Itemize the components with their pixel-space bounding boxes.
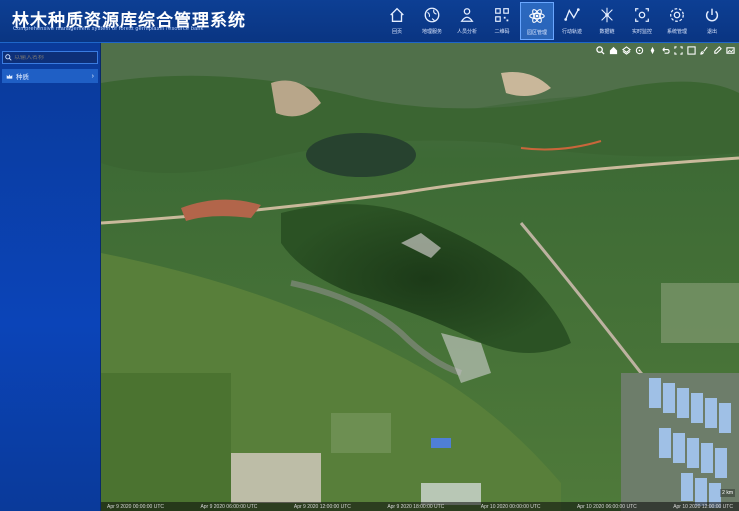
power-icon [705,8,719,22]
scale-label: 2 km [720,489,735,497]
crown-icon [6,73,13,79]
nav-label: 系统管理 [666,29,687,35]
nav-people[interactable]: 人员分析 [450,2,484,40]
timeline-tick: Apr 9 2020 06:00:00 UTC [200,503,258,510]
nav-qrcode[interactable]: 二维码 [485,2,519,40]
fullscreen-icon[interactable] [673,45,683,55]
nav-home[interactable]: 回页 [380,2,414,40]
atom-icon [529,9,545,23]
gear-icon [670,8,684,22]
brush-icon[interactable] [699,45,709,55]
search-input[interactable] [12,54,94,61]
nav-settings[interactable]: 系统管理 [660,2,694,40]
undo-icon[interactable] [660,45,670,55]
nav-monitor[interactable]: 实时监控 [625,2,659,40]
nav-route[interactable]: 行动轨迹 [555,2,589,40]
timeline-tick: Apr 9 2020 18:00:00 UTC [387,503,445,510]
app-subtitle: Comprehensive management system of fores… [13,26,204,32]
nav-label: 回页 [391,29,402,35]
layers-icon[interactable] [621,45,631,55]
compass-icon[interactable] [647,45,657,55]
satellite-terrain[interactable] [101,43,739,511]
frame-icon[interactable] [686,45,696,55]
sidebar-search [2,51,98,64]
sidebar-item-germplasm[interactable]: 种质 › [2,69,98,83]
person-stats-icon [460,8,474,22]
app-header: 林木种质资源库综合管理系统 Comprehensive management s… [0,0,739,43]
network-icon [601,7,613,23]
nav-logout[interactable]: 退出 [695,2,729,40]
timeline-tick: Apr 10 2020 06:00:00 UTC [576,503,637,510]
nav-label: 二维码 [494,29,510,35]
search-icon [5,54,12,61]
timeline-bar[interactable]: Apr 9 2020 00:00:00 UTC Apr 9 2020 06:00… [101,502,739,511]
nav-park[interactable]: 园区管理 [520,2,554,40]
nav-datalink[interactable]: 数据链 [590,2,624,40]
sidebar-item-label: 种质 [16,74,29,81]
nav-label: 地理服务 [421,29,442,35]
sidebar: 种质 › [0,43,100,511]
edit-icon[interactable] [712,45,722,55]
home-icon[interactable] [608,45,618,55]
globe-icon [424,7,440,23]
nav-label: 实时监控 [631,29,652,35]
timeline-tick: Apr 10 2020 00:00:00 UTC [480,503,541,510]
nav-label: 退出 [706,29,717,35]
image-icon[interactable] [725,45,735,55]
monitor-icon [635,8,649,22]
nav-label: 园区管理 [526,30,547,36]
nav-label: 行动轨迹 [561,29,582,35]
timeline-tick: Apr 9 2020 00:00:00 UTC [107,503,164,510]
home-icon [390,7,404,22]
nav-label: 人员分析 [456,29,477,35]
target-icon[interactable] [634,45,644,55]
timeline-tick: Apr 10 2020 12:00:00 UTC [673,503,733,510]
route-icon [564,8,580,21]
top-nav: 回页 地理服务 人员分析 二维码 园区管理 行动轨迹 数据链 实时监控 系统管理… [379,2,729,40]
chevron-right-icon: › [91,72,94,80]
timeline-tick: Apr 9 2020 12:00:00 UTC [293,503,351,510]
qrcode-icon [495,8,509,22]
nav-label: 数据链 [599,29,615,35]
nav-geo[interactable]: 地理服务 [415,2,449,40]
search-icon[interactable] [595,45,605,55]
map-view[interactable]: 2 km Apr 9 2020 00:00:00 UTC Apr 9 2020 … [101,43,739,511]
map-toolbar [595,45,735,55]
